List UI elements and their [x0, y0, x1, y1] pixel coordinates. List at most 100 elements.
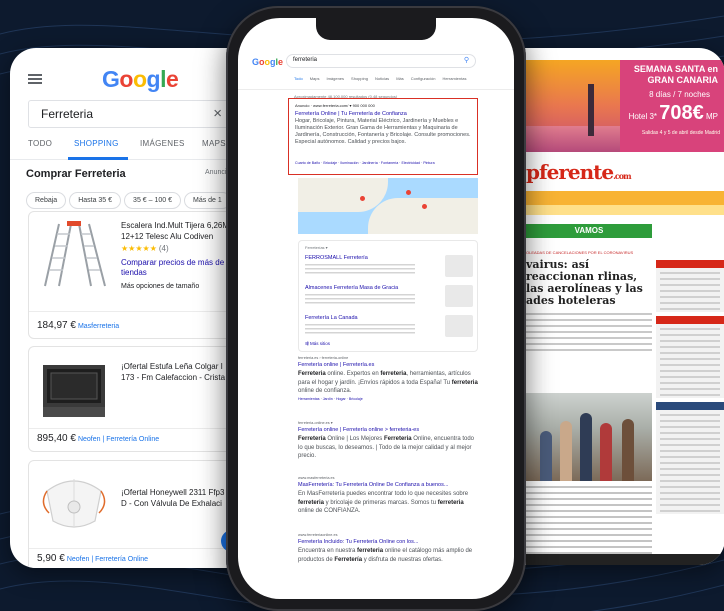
ad-sitelinks[interactable]: Cuarto de Baño · Bricolaje · Iluminación…: [295, 161, 475, 166]
result-url: www.masferreteria.es: [298, 476, 335, 480]
divider: [29, 548, 234, 549]
serp-tabs: Todo Maps Imágenes Shopping Noticias Más Confi…: [294, 76, 473, 81]
right-phone-news-site: SEMANA SANTA en GRAN CANARIA 8 días / 7 …: [500, 48, 724, 565]
store-link[interactable]: Masferreteria: [78, 323, 119, 330]
rating-count: (4): [158, 244, 169, 253]
local-result[interactable]: FERROSMALL Ferretería: [305, 255, 473, 281]
search-tabs: TODO SHOPPING IMÁGENES MAPS: [10, 130, 235, 160]
map-pin-icon[interactable]: [422, 204, 427, 209]
sidebar-box[interactable]: [656, 316, 724, 398]
ad-title-link[interactable]: Ferretería Online | Tu Ferretería de Con…: [295, 111, 407, 117]
chip-35-100[interactable]: 35 € – 100 €: [124, 192, 181, 209]
search-input[interactable]: Ferreteria ×: [28, 100, 235, 129]
sidebar-box[interactable]: [656, 402, 724, 514]
sidebar-box-rows: [660, 414, 720, 514]
tab-maps[interactable]: MAPS: [202, 139, 226, 148]
news-subnav-bar[interactable]: [526, 205, 724, 215]
clear-icon[interactable]: ×: [213, 105, 222, 122]
rating-stars: ★★★★★ (4): [121, 244, 169, 253]
star-icons: ★★★★★: [121, 244, 157, 253]
banner-subtitle: 8 días / 7 noches: [649, 90, 710, 99]
news-nav-bar[interactable]: [526, 191, 724, 205]
compare-prices-link[interactable]: Comparar precios de más de 5: [121, 257, 235, 268]
article-kicker: OLEADAS DE CANCELACIONES POR EL CORONAVI…: [526, 250, 634, 255]
store-link[interactable]: Neofen | Ferretería Online: [67, 556, 148, 563]
result-title-link[interactable]: Ferretería online | Ferretería online > …: [298, 427, 478, 433]
store-link[interactable]: Neofen | Ferretería Online: [78, 436, 159, 443]
organic-result[interactable]: ferreteria.es › ferreteria-online Ferret…: [298, 356, 478, 401]
result-title-link[interactable]: Ferretería Incluido: Tu Ferretería Onlin…: [298, 539, 478, 545]
news-logo[interactable]: pferente.com: [526, 160, 632, 184]
travel-ad-banner[interactable]: SEMANA SANTA en GRAN CANARIA 8 días / 7 …: [526, 60, 724, 152]
local-result[interactable]: Almacenes Ferretería Masa de Gracia: [305, 285, 473, 311]
tab-noticias[interactable]: Noticias: [375, 76, 389, 81]
search-input[interactable]: ferreteria ⚲: [286, 54, 476, 68]
google-logo[interactable]: Google: [252, 57, 283, 67]
stove-image: [43, 365, 105, 417]
tab-mas[interactable]: Más: [396, 76, 404, 81]
organic-result[interactable]: www.masferreteria.es MasFerretería: Tu F…: [298, 476, 478, 516]
banner-note: Salidas 4 y 5 de abril desde Madrid: [641, 130, 720, 136]
chip-mas-de[interactable]: Más de 1: [183, 192, 231, 209]
news-header: pferente.com: [526, 154, 724, 194]
tab-configuracion[interactable]: Configuración: [411, 76, 436, 81]
tab-herramientas[interactable]: Herramientas: [442, 76, 466, 81]
google-logo[interactable]: Google: [102, 66, 179, 93]
chip-rebaja[interactable]: Rebaja: [26, 192, 67, 209]
organic-result[interactable]: ferreteria-online.es ▾ Ferretería online…: [298, 420, 478, 461]
map-pin-icon[interactable]: [360, 196, 365, 201]
tab-shopping[interactable]: Shopping: [351, 76, 368, 81]
banner-title: SEMANA SANTA en GRAN CANARIA: [633, 64, 718, 85]
tab-todo[interactable]: TODO: [28, 139, 52, 148]
vamos-banner[interactable]: VAMOS: [526, 224, 652, 238]
mask-image: [42, 479, 106, 528]
tab-imagenes[interactable]: IMÁGENES: [140, 139, 185, 148]
chip-hasta-35[interactable]: Hasta 35 €: [69, 192, 122, 209]
product-card[interactable]: ¡Ofertal Honeywell 2311 Ffp3 D - Con Vál…: [28, 460, 235, 568]
menu-icon[interactable]: [28, 74, 42, 84]
cookie-bar[interactable]: [526, 554, 724, 565]
active-tab-indicator: [68, 157, 128, 160]
center-phone-frame: Google ferreteria ⚲ Todo Maps Imágenes Shop…: [226, 6, 526, 611]
product-card[interactable]: ¡Ofertal Estufa Leña Colgar I 173 - Fm C…: [28, 346, 235, 452]
result-sublinks[interactable]: Herramientas · Jardín · Hogar · Bricolaj…: [298, 397, 478, 401]
sidebar-box-header: [656, 316, 724, 324]
banner-hotel: Hotel 3*: [628, 112, 658, 121]
result-url: ferreteria.es › ferreteria-online: [298, 356, 349, 360]
organic-result[interactable]: www.ferreteriaonline.es Ferretería Inclu…: [298, 533, 478, 564]
person-figure: [600, 423, 612, 481]
more-places-link[interactable]: ⇶ Más sitios: [305, 341, 330, 347]
article-photo[interactable]: [526, 393, 652, 481]
news-logo-suffix: .com: [613, 171, 631, 181]
local-map[interactable]: [298, 178, 478, 234]
price-row: 5,90 € Neofen | Ferretería Online: [37, 553, 148, 564]
phone-notch: [316, 18, 436, 40]
news-main-column: VAMOS OLEADAS DE CANCELACIONES POR EL CO…: [526, 224, 652, 351]
tab-shopping[interactable]: SHOPPING: [74, 139, 119, 148]
map-pin-icon[interactable]: [406, 190, 411, 195]
article-lead-text: [526, 313, 652, 351]
tab-todo[interactable]: Todo: [294, 76, 303, 81]
search-icon[interactable]: ⚲: [464, 56, 469, 64]
person-figure: [560, 421, 572, 481]
local-result-map-thumb[interactable]: [445, 315, 473, 337]
result-url: ferreteria-online.es ▾: [298, 421, 333, 425]
person-figure: [540, 431, 552, 481]
sidebar-box-rows: [660, 328, 720, 398]
serp-header: Google ferreteria ⚲ Todo Maps Imágenes Shop…: [238, 44, 514, 90]
ad-label: Anuncio · www.ferreteria.com/ ▾ 900 000 …: [295, 103, 375, 108]
compare-prices-link-2[interactable]: tiendas: [121, 268, 147, 277]
highlighted-ad-result[interactable]: Anuncio · www.ferreteria.com/ ▾ 900 000 …: [288, 98, 478, 175]
article-headline[interactable]: vairus: así reaccionan rlinas, las aerol…: [526, 259, 652, 307]
result-title-link[interactable]: MasFerretería: Tu Ferretería Online De C…: [298, 482, 478, 488]
tab-imagenes[interactable]: Imágenes: [326, 76, 344, 81]
sidebar-box[interactable]: [656, 260, 724, 312]
local-result[interactable]: Ferretería La Canada: [305, 315, 473, 341]
tab-maps[interactable]: Maps: [310, 76, 320, 81]
local-result-map-thumb[interactable]: [445, 285, 473, 307]
product-title-2: 12+12 Telesc Alu Codiven: [121, 232, 214, 241]
product-card[interactable]: Escalera Ind.Mult Tijera 6,26M 12+12 Tel…: [28, 211, 235, 339]
result-title-link[interactable]: Ferretería online | Ferretería.es: [298, 362, 478, 368]
local-result-map-thumb[interactable]: [445, 255, 473, 277]
search-value: ferreteria: [293, 57, 318, 63]
